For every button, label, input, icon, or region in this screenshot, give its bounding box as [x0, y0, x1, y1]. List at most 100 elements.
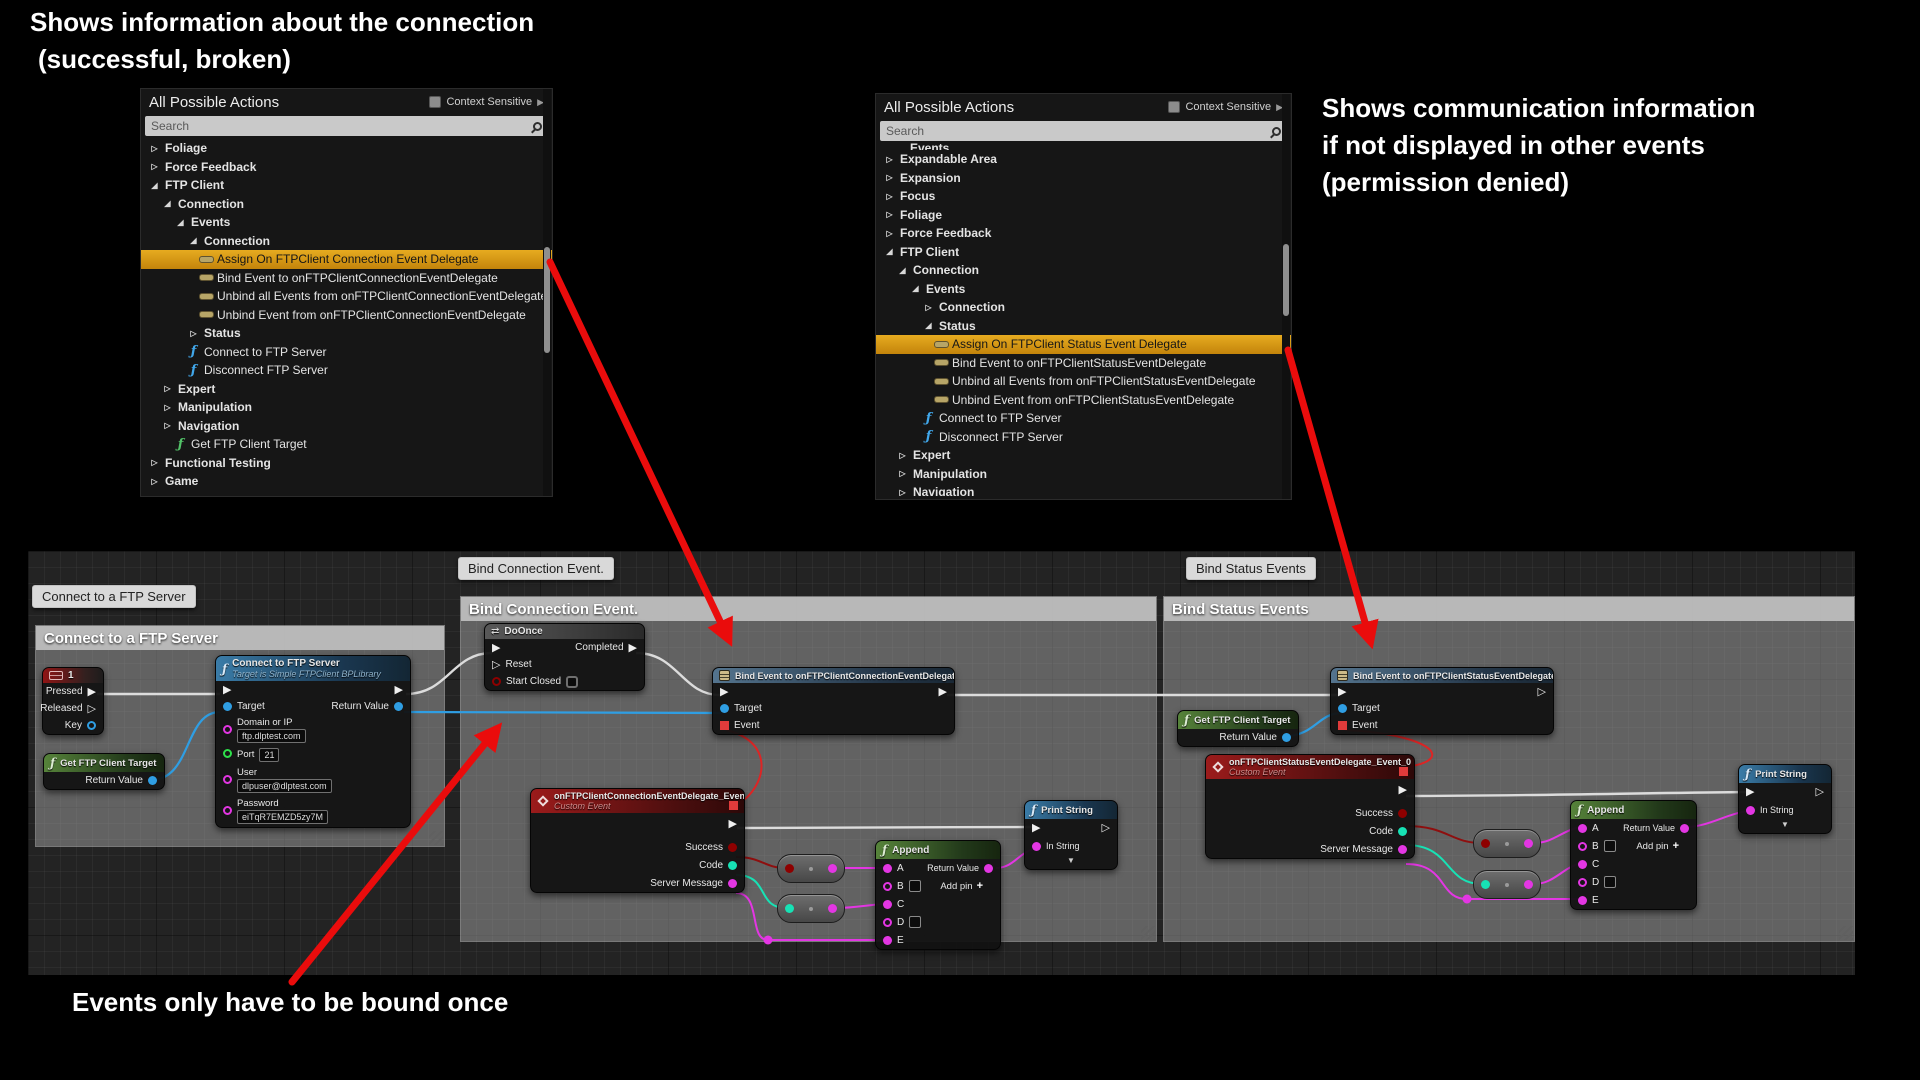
exec-out-pin[interactable] — [395, 685, 403, 695]
print-string-node[interactable]: ƒPrint String In String ▼ — [1738, 764, 1832, 834]
key-event-node[interactable]: 1 Pressed Released Key — [42, 667, 104, 735]
pin-c[interactable] — [883, 900, 892, 909]
exec-in-pin[interactable] — [1338, 687, 1346, 697]
append-node[interactable]: ƒAppend AReturn Value BAdd pin+ C D E — [1570, 800, 1697, 910]
password-field[interactable]: eiTqR7EMZD5zy7M — [237, 810, 328, 824]
pin-b-value-box[interactable] — [1604, 840, 1616, 852]
add-pin-button[interactable]: Add pin+ — [940, 880, 983, 892]
action-row[interactable]: Expandable Area — [876, 150, 1291, 169]
action-row[interactable]: Unbind Event from onFTPClientStatusEvent… — [876, 391, 1291, 410]
pin-e[interactable] — [1578, 896, 1587, 905]
action-row[interactable]: Events — [141, 213, 552, 232]
conv-in-pin[interactable] — [1481, 880, 1490, 889]
checkbox-icon[interactable] — [1168, 101, 1180, 113]
success-pin[interactable] — [728, 843, 737, 852]
action-row[interactable]: Connection — [876, 261, 1291, 280]
exec-in-pin[interactable] — [720, 687, 728, 697]
conv-in-pin[interactable] — [1481, 839, 1490, 848]
action-row[interactable]: Functional Testing — [141, 454, 552, 473]
action-row[interactable]: Disconnect FTP Server — [876, 428, 1291, 447]
action-row[interactable]: Get FTP Client Target — [141, 435, 552, 454]
action-row[interactable]: Expert — [141, 380, 552, 399]
action-row[interactable]: Bind Event to onFTPClientConnectionEvent… — [141, 269, 552, 288]
delegate-output-pin[interactable] — [729, 801, 738, 810]
conv-out-pin[interactable] — [828, 864, 837, 873]
server-message-pin[interactable] — [728, 879, 737, 888]
scrollbar[interactable] — [1282, 94, 1290, 499]
scrollbar-thumb[interactable] — [1283, 244, 1289, 316]
action-row[interactable]: Force Feedback — [876, 224, 1291, 243]
action-row[interactable]: Manipulation — [876, 465, 1291, 484]
append-node[interactable]: ƒAppend AReturn Value BAdd pin+ C D E — [875, 840, 1001, 950]
action-row[interactable]: Game — [141, 472, 552, 491]
add-pin-button[interactable]: Add pin+ — [1636, 840, 1679, 852]
action-row[interactable]: Expert — [876, 446, 1291, 465]
conv-in-pin[interactable] — [785, 904, 794, 913]
port-field[interactable]: 21 — [259, 748, 279, 762]
pin-b-value-box[interactable] — [909, 880, 921, 892]
scrollbar-thumb[interactable] — [544, 247, 550, 353]
conv-out-pin[interactable] — [1524, 880, 1533, 889]
action-row[interactable]: Unbind all Events from onFTPClientStatus… — [876, 372, 1291, 391]
action-row[interactable]: Foliage — [876, 206, 1291, 225]
to-string-conversion-node[interactable] — [1473, 870, 1541, 899]
in-string-pin[interactable] — [1746, 806, 1755, 815]
event-pin[interactable] — [1338, 721, 1347, 730]
action-row[interactable]: Unbind all Events from onFTPClientConnec… — [141, 287, 552, 306]
action-row[interactable]: Foliage — [141, 139, 552, 158]
context-sensitive-toggle[interactable]: Context Sensitive▶ — [429, 96, 544, 108]
pin-a[interactable] — [1578, 824, 1587, 833]
pin-d[interactable] — [1578, 878, 1587, 887]
exec-out-pin[interactable] — [88, 704, 96, 714]
comment-title[interactable]: Connect to a FTP Server — [36, 626, 444, 650]
action-row[interactable]: Navigation — [876, 483, 1291, 496]
status-custom-event-node[interactable]: onFTPClientStatusEventDelegate_Event_0 C… — [1205, 754, 1415, 859]
action-row[interactable]: Connection — [876, 298, 1291, 317]
pin-d-value-box[interactable] — [1604, 876, 1616, 888]
comment-title[interactable]: Bind Status Events — [1164, 597, 1854, 621]
exec-out-pin[interactable] — [629, 643, 637, 653]
action-row[interactable]: Status — [141, 324, 552, 343]
target-pin[interactable] — [223, 702, 232, 711]
exec-out-pin[interactable] — [1102, 823, 1110, 833]
bind-connection-event-node[interactable]: Bind Event to onFTPClientConnectionEvent… — [712, 667, 955, 735]
print-string-node[interactable]: ƒPrint String In String ▼ — [1024, 800, 1118, 870]
action-row[interactable]: Status — [876, 317, 1291, 336]
action-row[interactable]: Assign On FTPClient Status Event Delegat… — [876, 335, 1291, 354]
comment-resize-handle[interactable] — [429, 831, 443, 845]
comment-resize-handle[interactable] — [1141, 926, 1155, 940]
action-row[interactable]: Expansion — [876, 169, 1291, 188]
target-pin[interactable] — [1338, 704, 1347, 713]
conv-out-pin[interactable] — [1524, 839, 1533, 848]
bind-status-event-node[interactable]: Bind Event to onFTPClientStatusEventDele… — [1330, 667, 1554, 735]
action-row[interactable]: FTP Client — [876, 243, 1291, 262]
pin-a[interactable] — [883, 864, 892, 873]
action-row[interactable]: Events — [876, 280, 1291, 299]
action-row[interactable]: Navigation — [141, 417, 552, 436]
conv-out-pin[interactable] — [828, 904, 837, 913]
exec-in-pin[interactable] — [223, 685, 231, 695]
key-pin[interactable] — [87, 721, 96, 730]
exec-in-pin[interactable] — [1032, 823, 1040, 833]
server-message-pin[interactable] — [1398, 845, 1407, 854]
user-field[interactable]: dlpuser@dlptest.com — [237, 779, 332, 793]
action-row[interactable]: Assign On FTPClient Connection Event Del… — [141, 250, 552, 269]
user-pin[interactable] — [223, 775, 232, 784]
get-ftp-client-target-node[interactable]: ƒGet FTP Client Target Return Value — [43, 753, 165, 790]
code-pin[interactable] — [728, 861, 737, 870]
password-pin[interactable] — [223, 806, 232, 815]
exec-in-pin[interactable] — [1746, 787, 1754, 797]
in-string-pin[interactable] — [1032, 842, 1041, 851]
delegate-output-pin[interactable] — [1399, 767, 1408, 776]
action-row[interactable]: Bind Event to onFTPClientStatusEventDele… — [876, 354, 1291, 373]
expand-node-arrow[interactable]: ▼ — [1739, 820, 1831, 833]
start-closed-checkbox[interactable] — [566, 676, 578, 688]
pin-c[interactable] — [1578, 860, 1587, 869]
action-row[interactable]: Connect to FTP Server — [141, 343, 552, 362]
target-pin[interactable] — [720, 704, 729, 713]
comment-resize-handle[interactable] — [1839, 926, 1853, 940]
action-row[interactable]: Disconnect FTP Server — [141, 361, 552, 380]
reset-exec-pin[interactable] — [492, 660, 500, 670]
checkbox-icon[interactable] — [429, 96, 441, 108]
pin-d[interactable] — [883, 918, 892, 927]
